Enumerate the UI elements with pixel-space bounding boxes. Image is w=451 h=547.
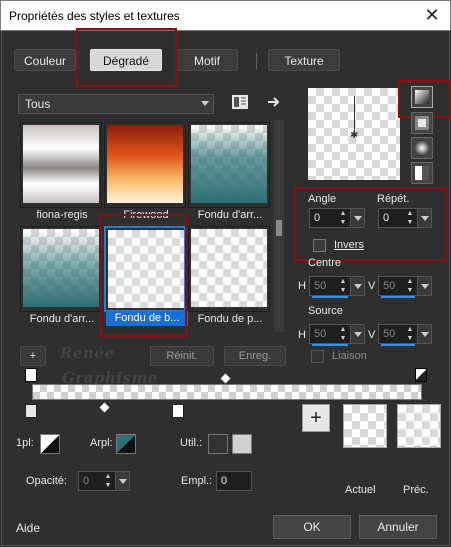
source-h-value: 50: [314, 328, 327, 340]
current-preview: [343, 404, 387, 448]
cancel-button[interactable]: Annuler: [359, 515, 437, 539]
gradient-filter-select[interactable]: Tous: [18, 94, 214, 114]
gradient-swatch: [191, 229, 267, 307]
user-color-light-swatch[interactable]: [232, 434, 252, 454]
opacity-value: 0: [83, 475, 90, 487]
gradient-swatch: [23, 125, 99, 203]
center-label: Centre: [308, 257, 342, 269]
link-checkbox[interactable]: [311, 350, 324, 363]
dropdown-icon[interactable]: [350, 325, 364, 343]
center-v-spinner[interactable]: 50 ▲ ▼: [378, 276, 432, 298]
updown-icon[interactable]: ▲ ▼: [338, 277, 348, 295]
gradient-swatch: [191, 125, 267, 203]
bottom-left-stop-marker[interactable]: [25, 404, 37, 418]
highlight-box: [294, 187, 447, 261]
dropdown-icon[interactable]: [350, 277, 364, 295]
background-plan-label: Arpl:: [90, 437, 113, 449]
gradient-thumb-fondu-de-p[interactable]: Fondu de p...: [188, 226, 270, 325]
bottom-right-stop-marker[interactable]: [172, 404, 184, 418]
center-marker-icon[interactable]: ✱: [350, 130, 358, 141]
source-v-value: 50: [383, 328, 396, 340]
source-h-label: H: [298, 329, 306, 341]
save-gradient-button[interactable]: Enreg.: [224, 346, 286, 366]
dropdown-icon[interactable]: [115, 472, 129, 490]
add-gradient-button[interactable]: +: [20, 346, 46, 366]
location-label: Empl.:: [181, 475, 213, 487]
center-v-bar: [381, 296, 415, 298]
tab-motif[interactable]: Motif: [176, 49, 238, 71]
chevron-down-icon: [201, 101, 209, 106]
updown-icon[interactable]: ▲ ▼: [338, 325, 348, 343]
gradient-label: Fondu d'arr...: [29, 313, 95, 325]
previous-label: Préc.: [403, 484, 429, 496]
top-left-stop-marker[interactable]: [25, 368, 37, 382]
tab-separator: [256, 53, 257, 69]
rectangular-gradient-icon: [415, 116, 429, 130]
thumbnails-scrollbar[interactable]: [274, 120, 284, 332]
help-link[interactable]: Aide: [16, 521, 40, 535]
radial-gradient-icon: [415, 141, 429, 155]
ok-button[interactable]: OK: [273, 515, 351, 539]
user-color-dark-swatch[interactable]: [208, 434, 228, 454]
foreground-swatch[interactable]: [40, 434, 60, 454]
updown-icon[interactable]: ▲ ▼: [405, 277, 415, 295]
close-icon[interactable]: ✕: [422, 5, 442, 26]
source-v-bar: [381, 344, 415, 346]
gradient-swatch: [23, 229, 99, 307]
rectangular-style-button[interactable]: [411, 112, 433, 134]
dropdown-icon[interactable]: [417, 325, 431, 343]
arrow-right-icon[interactable]: [266, 94, 282, 110]
dropdown-icon[interactable]: [417, 277, 431, 295]
source-h-spinner[interactable]: 50 ▲ ▼: [309, 324, 365, 346]
source-h-bar: [312, 344, 348, 346]
center-h-label: H: [298, 280, 306, 292]
gradient-label: fiona-regis: [36, 209, 88, 221]
source-label: Source: [308, 305, 343, 317]
background-swatch[interactable]: [116, 434, 136, 454]
center-v-label: V: [368, 280, 376, 292]
sunburst-style-button[interactable]: [411, 162, 433, 184]
sunburst-gradient-icon: [415, 166, 429, 180]
opacity-label: Opacité:: [26, 475, 67, 487]
highlight-box: [100, 214, 187, 337]
tab-couleur[interactable]: Couleur: [14, 49, 76, 71]
current-label: Actuel: [345, 484, 376, 496]
top-right-stop-marker[interactable]: [415, 368, 427, 382]
gradient-bar[interactable]: [32, 384, 422, 400]
center-h-spinner[interactable]: 50 ▲ ▼: [309, 276, 365, 298]
source-v-label: V: [368, 329, 376, 341]
center-v-value: 50: [383, 280, 396, 292]
scrollbar-thumb[interactable]: [276, 220, 282, 236]
opacity-spinner[interactable]: 0 ▲ ▼: [78, 471, 130, 491]
add-swatch-button[interactable]: +: [302, 404, 330, 432]
highlight-box: [76, 28, 177, 87]
first-plan-label: 1pl:: [16, 437, 34, 449]
tab-texture[interactable]: Texture: [268, 49, 340, 71]
watermark-line1: Renée: [60, 344, 115, 362]
gradient-label: Fondu de p...: [197, 313, 263, 325]
radial-style-button[interactable]: [411, 137, 433, 159]
gradient-label: Fondu d'arr...: [197, 209, 263, 221]
gradient-thumb-fondu-arr-2[interactable]: Fondu d'arr...: [20, 226, 102, 325]
center-h-value: 50: [314, 280, 327, 292]
updown-icon[interactable]: ▲ ▼: [405, 325, 415, 343]
gradient-swatch: [107, 125, 183, 203]
gradient-preview[interactable]: ✱: [308, 88, 400, 180]
source-v-spinner[interactable]: 50 ▲ ▼: [378, 324, 432, 346]
link-label[interactable]: Liaison: [332, 350, 367, 362]
user-color-label: Util.:: [180, 437, 202, 449]
reset-button[interactable]: Réinit.: [150, 346, 214, 366]
gradient-thumb-fondu-arr-1[interactable]: Fondu d'arr...: [188, 122, 270, 221]
library-icon[interactable]: [231, 94, 249, 110]
filter-value: Tous: [25, 97, 51, 111]
window-title: Propriétés des styles et textures: [9, 9, 180, 23]
gradient-thumb-fiona-regis[interactable]: fiona-regis: [20, 122, 102, 221]
gradient-thumb-firewood[interactable]: Firewood: [104, 122, 186, 221]
center-h-bar: [312, 296, 348, 298]
title-bar: Propriétés des styles et textures ✕: [0, 0, 451, 31]
previous-preview[interactable]: [397, 404, 441, 448]
location-value: 0: [221, 475, 228, 487]
updown-icon[interactable]: ▲ ▼: [103, 472, 113, 490]
location-field[interactable]: 0: [216, 471, 252, 491]
